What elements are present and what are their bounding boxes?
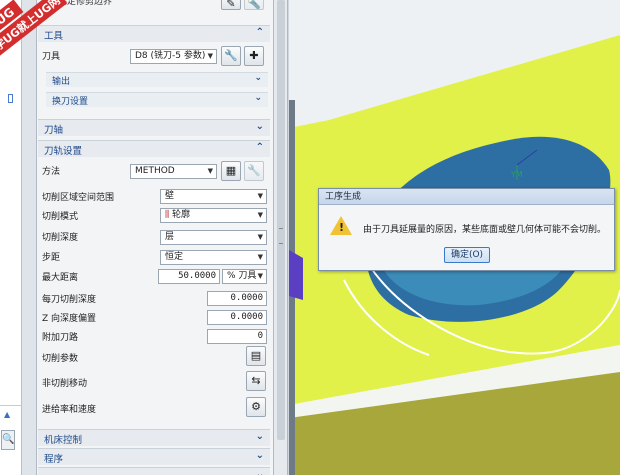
tool-axis-section-header[interactable]: 刀轴 ⌄ xyxy=(38,119,270,136)
z-offset-label: Z 向深度偏置 xyxy=(42,314,97,324)
chevron-down-icon[interactable]: ⌄ xyxy=(256,450,264,461)
path-settings-section-header[interactable]: 刀轨设置 ⌃ xyxy=(38,140,270,157)
method-select-value: METHOD xyxy=(135,166,175,176)
scrollbar-thumb[interactable] xyxy=(277,0,285,440)
program-section-header[interactable]: 程序 ⌄ xyxy=(38,448,270,465)
max-distance-input[interactable]: 50.0000 xyxy=(158,269,220,284)
feeds-speeds-label: 进给率和速度 xyxy=(42,405,97,415)
tool-axis-title: 刀轴 xyxy=(44,125,64,136)
new-method-button[interactable]: ▦ xyxy=(221,161,241,181)
new-tool-button[interactable]: ✚ xyxy=(244,46,264,66)
cut-depth-label: 切削深度 xyxy=(42,233,79,243)
contour-pattern-icon: ⫼ xyxy=(165,210,173,220)
path-settings-title: 刀轨设置 xyxy=(44,146,83,157)
panel-gutter xyxy=(22,0,36,475)
operation-warning-dialog: 工序生成 ! 由于刀具延展量的原因，某些底面或壁几何体可能不会切削。 确定(O) xyxy=(318,188,615,271)
cut-region-label: 切削区域空间范围 xyxy=(42,193,115,203)
panel-scrollbar[interactable] xyxy=(274,0,288,475)
method-select[interactable]: METHOD ▼ xyxy=(130,164,217,179)
max-distance-label: 最大距离 xyxy=(42,273,79,283)
stepover-value: 恒定 xyxy=(165,252,184,262)
z-offset-input[interactable]: 0.0000 xyxy=(207,310,267,325)
dropdown-arrow-icon: ▼ xyxy=(257,233,263,241)
stepover-select[interactable]: 恒定 ▼ xyxy=(160,250,267,265)
chevron-down-icon[interactable]: ⌄ xyxy=(254,73,262,83)
dropdown-arrow-icon: ▼ xyxy=(207,52,213,60)
axis-label: YM xyxy=(510,170,523,179)
magnifier-icon[interactable]: 🔍 xyxy=(1,430,15,450)
dialog-title: 工序生成 xyxy=(319,189,614,205)
dropdown-arrow-icon: ▼ xyxy=(207,167,213,175)
tool-select-value: D8 (铣刀-5 参数) xyxy=(135,51,206,61)
tool-label: 刀具 xyxy=(42,52,61,62)
chevron-down-icon[interactable]: ⌄ xyxy=(256,121,264,132)
machine-control-title: 机床控制 xyxy=(44,435,83,446)
navigator-marker xyxy=(8,94,13,103)
non-cut-moves-label: 非切削移动 xyxy=(42,379,88,389)
tool-select[interactable]: D8 (铣刀-5 参数) ▼ xyxy=(130,49,217,64)
output-subsection[interactable]: 输出 ⌄ xyxy=(46,72,268,87)
edit-tool-button[interactable]: 🔧 xyxy=(221,46,241,66)
tool-change-label: 换刀设置 xyxy=(52,97,89,107)
scrollbar-grip xyxy=(279,228,283,244)
cut-pattern-label: 切削模式 xyxy=(42,212,79,222)
dialog-message: 由于刀具延展量的原因，某些底面或壁几何体可能不会切削。 xyxy=(363,225,607,235)
flashlight-button[interactable]: 🔦 xyxy=(244,0,264,10)
chevron-down-icon[interactable]: ⌄ xyxy=(256,431,264,442)
extra-passes-label: 附加刀路 xyxy=(42,333,79,343)
depth-per-cut-label: 每刀切削深度 xyxy=(42,295,97,305)
cut-region-value: 壁 xyxy=(165,191,175,201)
warning-exclamation: ! xyxy=(339,221,345,234)
chevron-up-icon[interactable]: ⌃ xyxy=(256,27,264,38)
next-section-header[interactable]: ⌄ xyxy=(38,467,270,475)
tool-section-header[interactable]: 工具 ⌃ xyxy=(38,25,270,42)
extra-passes-input[interactable]: 0 xyxy=(207,329,267,344)
dropdown-arrow-icon: ▼ xyxy=(257,192,263,200)
max-distance-unit: % 刀具 xyxy=(227,271,257,281)
machine-control-section-header[interactable]: 机床控制 ⌄ xyxy=(38,429,270,446)
chevron-down-icon[interactable]: ⌄ xyxy=(254,93,262,103)
scroll-up-icon[interactable]: ▲ xyxy=(4,410,10,419)
trim-boundary-button[interactable]: ✎ xyxy=(221,0,241,10)
chevron-up-icon[interactable]: ⌃ xyxy=(256,142,264,153)
max-distance-unit-select[interactable]: % 刀具 ▼ xyxy=(222,269,267,284)
stepover-label: 步距 xyxy=(42,253,61,263)
cut-params-label: 切削参数 xyxy=(42,354,79,364)
cut-depth-select[interactable]: 层 ▼ xyxy=(160,230,267,245)
feeds-speeds-button[interactable]: ⚙ xyxy=(246,397,266,417)
tool-change-subsection[interactable]: 换刀设置 ⌄ xyxy=(46,92,268,107)
dropdown-arrow-icon: ▼ xyxy=(257,211,263,219)
purple-feature xyxy=(289,250,303,300)
method-label: 方法 xyxy=(42,167,61,177)
program-title: 程序 xyxy=(44,454,64,465)
cut-pattern-select[interactable]: ⫼ 轮廓 ▼ xyxy=(160,208,267,223)
ok-button[interactable]: 确定(O) xyxy=(444,247,490,263)
depth-per-cut-input[interactable]: 0.0000 xyxy=(207,291,267,306)
cut-params-button[interactable]: ▤ xyxy=(246,346,266,366)
chevron-down-icon[interactable]: ⌄ xyxy=(256,469,264,475)
cut-depth-value: 层 xyxy=(165,232,175,242)
edit-method-button[interactable]: 🔧 xyxy=(244,161,264,181)
cut-region-select[interactable]: 壁 ▼ xyxy=(160,189,267,204)
divider xyxy=(0,405,21,406)
dropdown-arrow-icon: ▼ xyxy=(257,253,263,261)
output-label: 输出 xyxy=(52,77,71,87)
non-cut-moves-button[interactable]: ⇆ xyxy=(246,371,266,391)
cut-pattern-value: 轮廓 xyxy=(172,210,191,220)
dropdown-arrow-icon: ▼ xyxy=(257,272,263,280)
